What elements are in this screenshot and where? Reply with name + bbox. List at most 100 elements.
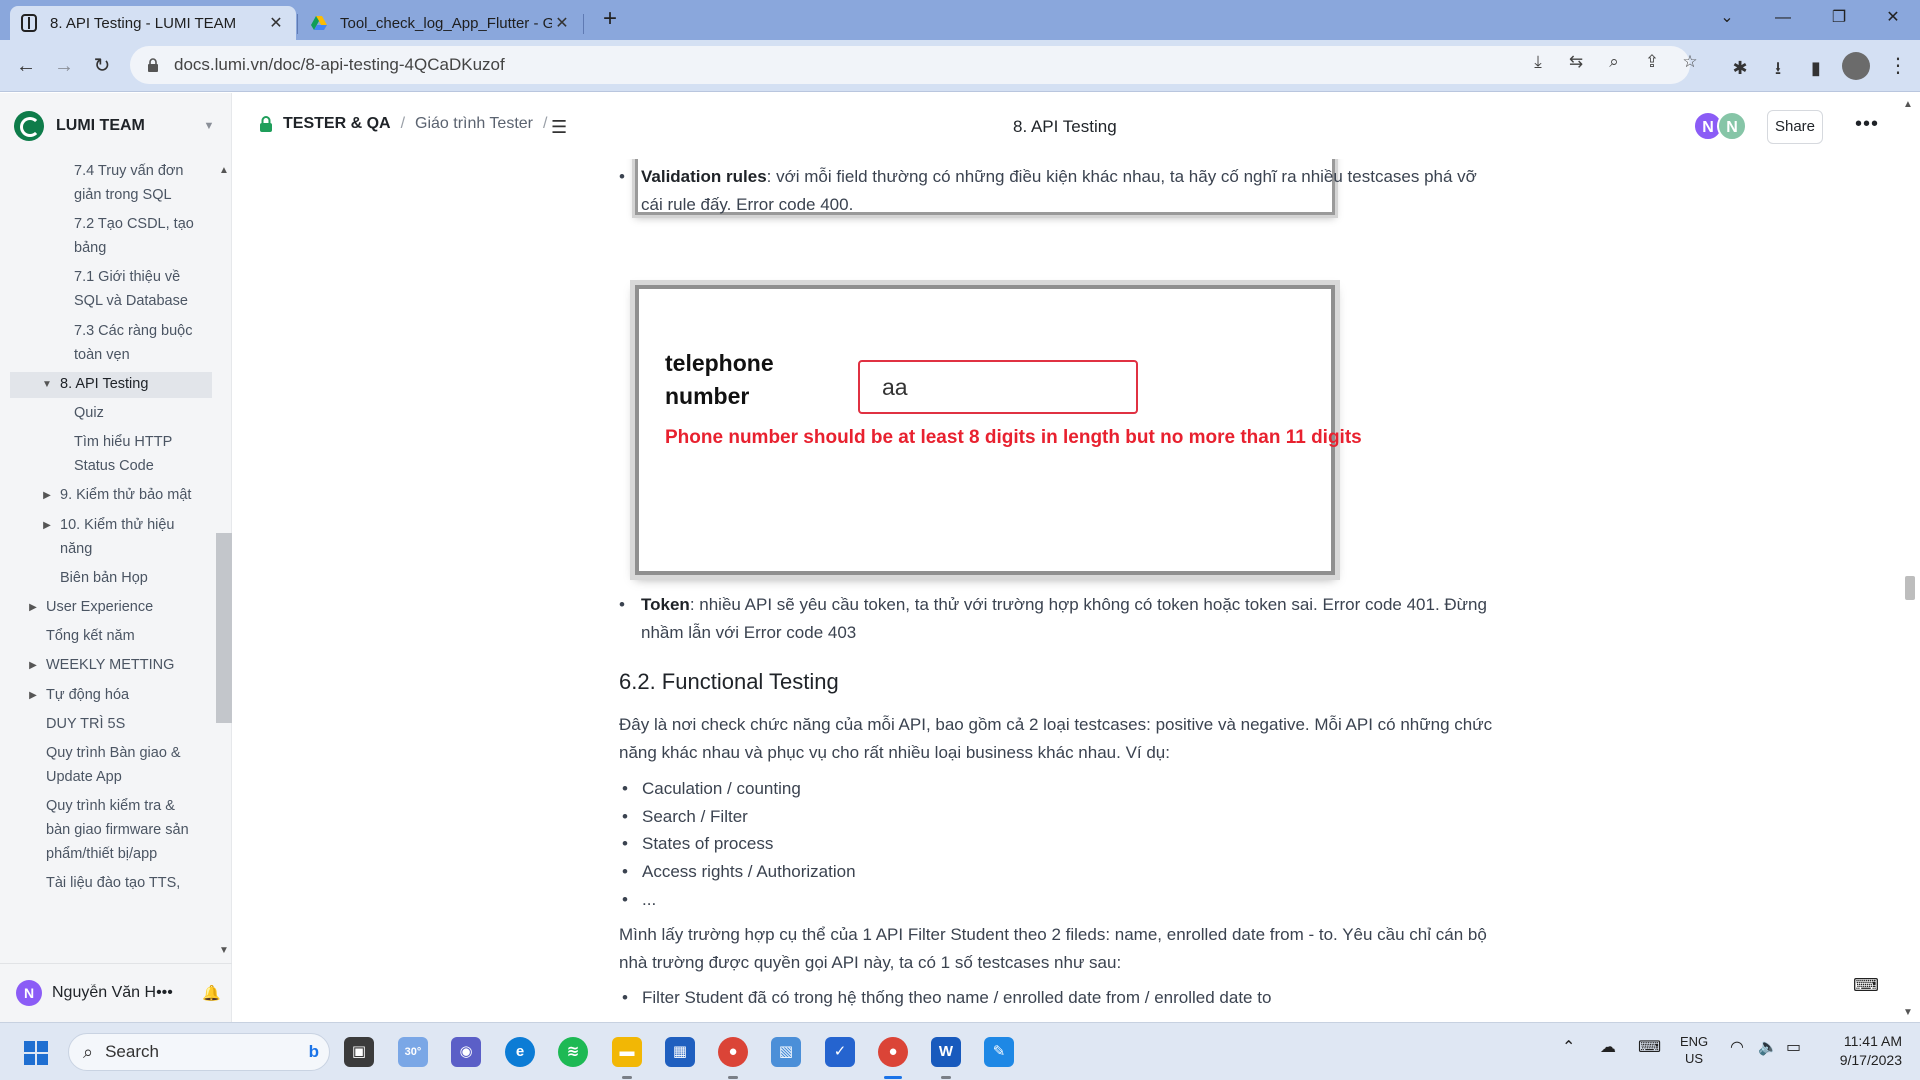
document-scrollbar[interactable]: ▲ ▼: [1899, 93, 1920, 1022]
keyboard-icon[interactable]: ⌨: [1638, 1037, 1661, 1057]
caret-down-icon[interactable]: ▼: [40, 373, 54, 397]
close-tab-icon[interactable]: ✕: [266, 13, 286, 33]
task-view-icon[interactable]: ▣: [344, 1037, 374, 1067]
weather-icon[interactable]: 30°: [398, 1037, 428, 1067]
notification-bell-icon[interactable]: 🔔: [202, 984, 232, 1002]
forward-button[interactable]: →: [50, 52, 78, 80]
sidebar-item[interactable]: ▶ 10. Kiểm thử hiệu năng: [10, 513, 212, 563]
todo-icon[interactable]: ✓: [825, 1037, 855, 1067]
token-desc: : nhiều API sẽ yêu cầu token, ta thử với…: [641, 595, 1487, 642]
extensions-icon[interactable]: ✱: [1728, 56, 1752, 80]
browser-menu-icon[interactable]: ⋮: [1888, 52, 1908, 80]
collaborator-avatars: N N: [1693, 111, 1747, 141]
sidebar-item[interactable]: Tài liệu đào tạo TTS,: [10, 871, 212, 897]
sidebar-item[interactable]: 7.3 Các ràng buộc toàn vẹn: [10, 319, 212, 369]
chevron-up-icon[interactable]: ⌃: [1562, 1037, 1575, 1057]
wifi-icon[interactable]: ◠: [1730, 1037, 1744, 1057]
address-bar[interactable]: docs.lumi.vn/doc/8-api-testing-4QCaDKuzo…: [130, 46, 1690, 84]
battery-icon[interactable]: ▭: [1786, 1037, 1801, 1057]
scroll-down-arrow-icon[interactable]: ▼: [216, 945, 232, 956]
close-window-button[interactable]: ✕: [1870, 4, 1916, 32]
avatar[interactable]: N: [1717, 111, 1747, 141]
translate-icon[interactable]: ⇆: [1564, 50, 1588, 74]
current-user[interactable]: N Nguyễn Văn H••• 🔔: [0, 963, 232, 1021]
sidebar-item[interactable]: Tổng kết năm: [10, 624, 212, 650]
share-button[interactable]: Share: [1767, 110, 1823, 144]
tab-divider: [297, 14, 298, 34]
caret-right-icon[interactable]: ▶: [40, 484, 54, 508]
photos-icon[interactable]: ▧: [771, 1037, 801, 1067]
chrome-active-icon[interactable]: ●: [878, 1037, 908, 1067]
microsoft-store-icon[interactable]: ▦: [665, 1037, 695, 1067]
figure-error-message: Phone number should be at least 8 digits…: [665, 427, 1362, 448]
sidebar-item[interactable]: ▼ 8. API Testing: [10, 371, 212, 398]
sidebar-item[interactable]: Tìm hiểu HTTP Status Code: [10, 430, 212, 480]
sidebar-item[interactable]: ▶ WEEKLY METTING: [10, 653, 212, 679]
close-tab-icon[interactable]: ✕: [552, 13, 572, 33]
chrome-icon[interactable]: ●: [718, 1037, 748, 1067]
new-tab-button[interactable]: +: [598, 7, 622, 32]
minimize-button[interactable]: —: [1760, 4, 1806, 32]
tab-search-icon[interactable]: ⌄: [1704, 4, 1750, 32]
caret-right-icon[interactable]: ▶: [40, 514, 54, 538]
downloads-icon[interactable]: ⭳: [1766, 56, 1790, 80]
sidebar-item[interactable]: Biên bản Họp: [10, 566, 212, 592]
volume-icon[interactable]: 🔈: [1758, 1037, 1778, 1057]
sidebar-item[interactable]: 7.4 Truy vấn đơn giản trong SQL: [10, 159, 212, 209]
bing-icon[interactable]: b: [309, 1042, 319, 1062]
more-options-icon[interactable]: •••: [1855, 113, 1879, 136]
sidebar-item[interactable]: Quy trình kiểm tra & bàn giao firmware s…: [10, 794, 212, 868]
document-scrollbar-thumb[interactable]: [1905, 576, 1915, 600]
chevron-down-icon: ▼: [203, 120, 215, 132]
caret-right-icon[interactable]: ▶: [26, 596, 40, 620]
bookmark-star-icon[interactable]: ☆: [1678, 50, 1702, 74]
system-clock[interactable]: 11:41 AM 9/17/2023: [1826, 1032, 1902, 1070]
side-panel-icon[interactable]: ▮: [1804, 56, 1828, 80]
sidebar-item[interactable]: ▶ 9. Kiểm thử bảo mật: [10, 483, 212, 509]
tab-api-testing[interactable]: 8. API Testing - LUMI TEAM ✕: [10, 6, 296, 40]
input-language[interactable]: ENG US: [1680, 1033, 1708, 1067]
sidebar-item-label: Quiz: [74, 405, 104, 421]
edge-browser-icon[interactable]: e: [505, 1037, 535, 1067]
tab-google-drive[interactable]: Tool_check_log_App_Flutter - Go ✕: [300, 6, 582, 40]
sidebar-item[interactable]: Quy trình Bàn giao & Update App: [10, 741, 212, 791]
sidebar-item[interactable]: 7.2 Tạo CSDL, tạo bảng: [10, 212, 212, 262]
sidebar-item-label: Tổng kết năm: [46, 628, 135, 645]
scroll-down-arrow-icon[interactable]: ▼: [1903, 1007, 1913, 1018]
breadcrumb-collection[interactable]: TESTER & QA: [283, 115, 391, 133]
breadcrumb-separator: /: [400, 115, 406, 132]
caret-right-icon[interactable]: ▶: [26, 684, 40, 708]
sidebar-item-label: User Experience: [46, 599, 154, 615]
caret-right-icon[interactable]: ▶: [26, 654, 40, 678]
sidebar-item[interactable]: DUY TRÌ 5S: [10, 712, 212, 738]
restore-button[interactable]: ❐: [1816, 4, 1862, 32]
windows-start-icon[interactable]: [24, 1041, 48, 1065]
reload-button[interactable]: ↻: [88, 52, 116, 80]
install-app-icon[interactable]: ⤓: [1526, 50, 1550, 74]
table-of-contents-icon[interactable]: ☰: [551, 117, 569, 138]
taskbar-search[interactable]: ⌕ Search b: [68, 1033, 330, 1071]
sidebar-item[interactable]: 7.1 Giới thiệu về SQL và Database: [10, 265, 212, 315]
sidebar-item-label: 7.3 Các ràng buộc toàn vẹn: [74, 322, 193, 363]
keyboard-shortcuts-icon[interactable]: ⌨: [1853, 975, 1879, 996]
sidebar-scrollbar-thumb[interactable]: [216, 533, 232, 723]
sidebar-item[interactable]: ▶ Tự động hóa: [10, 683, 212, 709]
spotify-icon[interactable]: ≋: [558, 1037, 588, 1067]
zoom-icon[interactable]: ⌕: [1602, 50, 1626, 74]
back-button[interactable]: ←: [12, 52, 40, 80]
sidebar-item[interactable]: Quiz: [10, 401, 212, 427]
browser-tab-bar: 8. API Testing - LUMI TEAM ✕ Tool_check_…: [0, 0, 1920, 40]
sidebar-item[interactable]: ▶ User Experience: [10, 595, 212, 621]
scroll-up-arrow-icon[interactable]: ▲: [216, 165, 232, 176]
sidebar-item-label: DUY TRÌ 5S: [46, 715, 126, 732]
profile-avatar[interactable]: [1842, 52, 1870, 80]
paint-icon[interactable]: ✎: [984, 1037, 1014, 1067]
teams-chat-icon[interactable]: ◉: [451, 1037, 481, 1067]
scroll-up-arrow-icon[interactable]: ▲: [1903, 99, 1913, 110]
workspace-switcher[interactable]: LUMI TEAM ▼: [0, 93, 232, 159]
breadcrumb-parent[interactable]: Giáo trình Tester: [415, 115, 533, 133]
word-icon[interactable]: W: [931, 1037, 961, 1067]
file-explorer-icon[interactable]: ▬: [612, 1037, 642, 1067]
share-page-icon[interactable]: ⇪: [1640, 50, 1664, 74]
onedrive-icon[interactable]: ☁: [1600, 1037, 1616, 1057]
